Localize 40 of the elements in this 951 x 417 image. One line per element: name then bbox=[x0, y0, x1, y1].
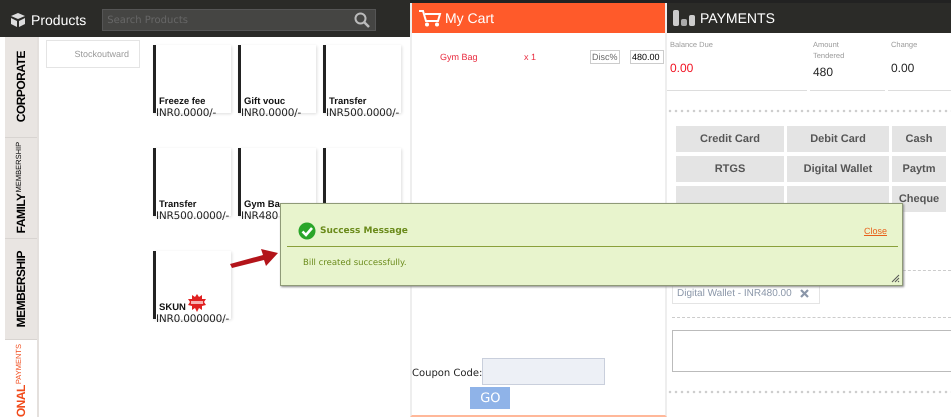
payment-method-button[interactable]: Paytm bbox=[892, 156, 946, 182]
amount-field[interactable]: 480.00 bbox=[630, 50, 664, 64]
side-tab[interactable]: CORPORATE bbox=[5, 37, 37, 138]
dialog-message: Bill created successfully. bbox=[303, 258, 408, 268]
payment-method-button[interactable]: Debit Card bbox=[787, 126, 889, 152]
panel-title: PAYMENTS bbox=[700, 10, 775, 26]
dialog-title: Success Message bbox=[320, 226, 409, 236]
product-name: Freeze fee bbox=[159, 96, 206, 106]
field-label: Coupon Code: bbox=[412, 368, 482, 379]
close-link[interactable]: Close bbox=[864, 226, 887, 236]
product-name: Transfer bbox=[329, 96, 366, 106]
payment-method-button[interactable]: Digital Wallet bbox=[787, 156, 889, 182]
amount-value: 480 bbox=[813, 65, 834, 79]
amount-value: 0.00 bbox=[891, 61, 916, 75]
remove-icon[interactable] bbox=[800, 289, 809, 298]
discount-field[interactable]: Disc% bbox=[590, 50, 620, 64]
payment-method-button[interactable]: Credit Card bbox=[676, 126, 784, 152]
product-name: SKUN bbox=[159, 302, 186, 312]
cart-icon bbox=[418, 9, 442, 27]
product-name: Gift vouc bbox=[244, 96, 286, 106]
payment-method-button[interactable]: Cheque bbox=[892, 186, 946, 212]
panel-title: Products bbox=[31, 12, 86, 28]
side-tab[interactable]: MEMBERSHIP bbox=[5, 239, 37, 340]
product-name: Gym Ba bbox=[244, 198, 280, 210]
box-icon bbox=[9, 12, 27, 28]
payment-method-button[interactable]: Cash bbox=[892, 126, 946, 152]
product-name: Transfer bbox=[159, 198, 196, 210]
starburst-badge-icon bbox=[188, 294, 206, 312]
chip-label: Digital Wallet - INR480.00 bbox=[677, 288, 792, 299]
item-name: Gym Bag bbox=[440, 52, 479, 62]
notes-field[interactable] bbox=[672, 330, 951, 372]
panel-title: My Cart bbox=[445, 10, 494, 26]
payment-method-button[interactable]: RTGS bbox=[676, 156, 784, 182]
check-icon bbox=[298, 222, 316, 240]
coins-icon bbox=[672, 9, 696, 27]
amount-value: 0.00 bbox=[670, 61, 694, 75]
coupon-field[interactable] bbox=[482, 358, 606, 385]
search-icon bbox=[354, 12, 370, 28]
item-quantity: x 1 bbox=[524, 52, 538, 62]
resize-grip-icon bbox=[891, 274, 900, 283]
